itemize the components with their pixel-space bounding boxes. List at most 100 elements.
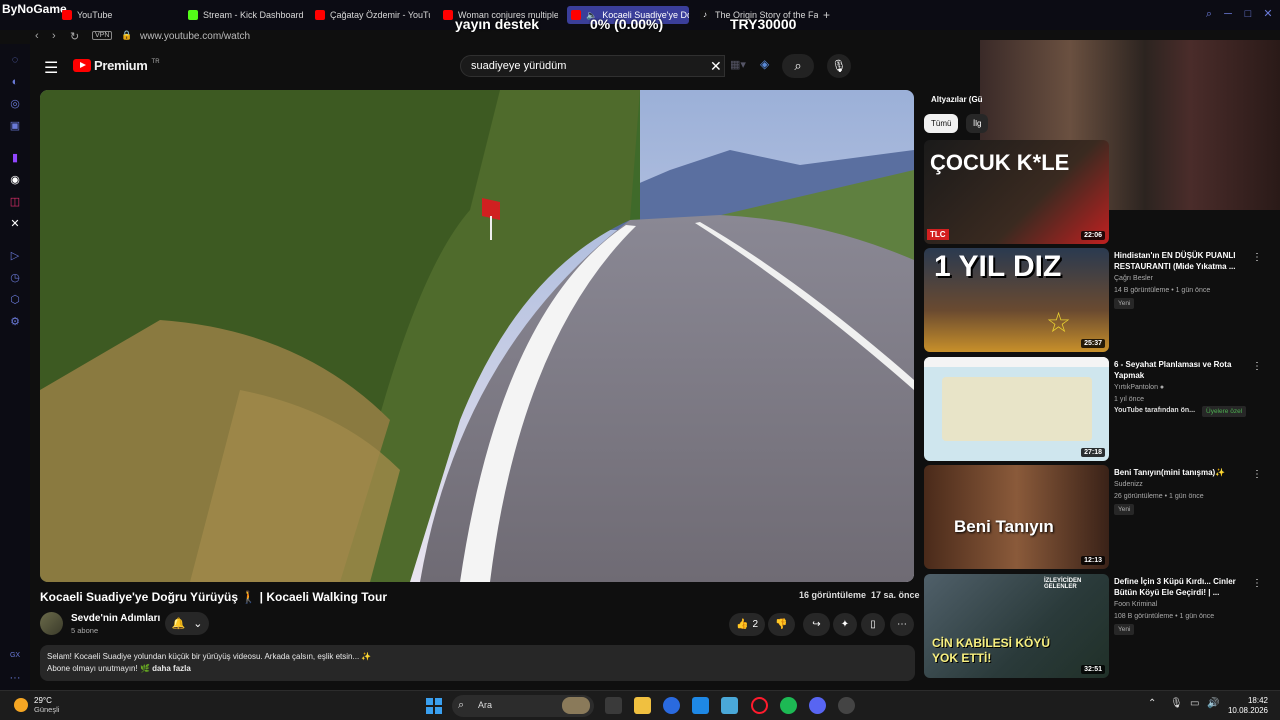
weather-widget[interactable]: 29°C Güneşli — [14, 696, 59, 714]
new-tab-button[interactable]: + — [823, 6, 835, 24]
description-text: Abone olmayı unutmayın! 🌿 — [47, 664, 150, 673]
dislike-button[interactable]: 👎 — [768, 613, 795, 636]
channel-avatar[interactable] — [40, 612, 63, 635]
close-icon[interactable]: ✕ — [1262, 8, 1274, 20]
youtube-logo[interactable]: Premium TR — [73, 58, 160, 73]
more-actions-button[interactable]: ⋯ — [890, 613, 914, 636]
more-icon: ⋯ — [897, 619, 907, 630]
recommendation-item[interactable]: Beni Tanıyın 12:13 Beni Tanıyın(mini tan… — [924, 465, 1280, 569]
rec-channel[interactable]: Sudenizz — [1114, 481, 1143, 488]
recommendation-item[interactable]: 27:18 6 - Seyahat Planlaması ve Rota Yap… — [924, 357, 1280, 461]
rec-meta: 1 yıl önce — [1114, 396, 1144, 403]
microphone-icon[interactable]: 🎙 — [1170, 698, 1183, 709]
tab-kick-dashboard[interactable]: Stream - Kick Dashboard — [188, 6, 303, 24]
recommendation-item[interactable]: ÇOCUK K*LE TLC 22:06 — [924, 140, 1280, 244]
spotify-icon[interactable] — [780, 697, 797, 714]
url-text[interactable]: www.youtube.com/watch — [140, 31, 250, 42]
system-clock[interactable]: 18:42 10.08.2026 — [1220, 696, 1268, 716]
more-vert-icon[interactable]: ⋮ — [1252, 469, 1262, 480]
twitch-icon[interactable]: ▮ — [9, 152, 21, 164]
minimize-icon[interactable]: ─ — [1222, 8, 1234, 20]
extension-icon[interactable]: ◈ — [760, 57, 769, 71]
discord-icon[interactable] — [809, 697, 826, 714]
share-button[interactable]: ↪ — [803, 613, 830, 636]
ask-button[interactable]: ✦ — [833, 613, 857, 636]
file-explorer-icon[interactable] — [634, 697, 651, 714]
reload-icon[interactable]: ↻ — [70, 30, 79, 43]
chip-related[interactable]: İlg — [966, 114, 989, 133]
instagram-icon[interactable]: ◫ — [9, 196, 21, 208]
back-icon[interactable]: ‹ — [35, 30, 39, 42]
chevron-up-icon[interactable]: ⌃ — [1148, 698, 1156, 709]
tab-cagatay-ozdemir[interactable]: Çağatay Özdemir - YouTub — [315, 6, 430, 24]
video-description[interactable]: Selam! Kocaeli Suadiye yolundan küçük bi… — [40, 645, 915, 681]
voice-search-button[interactable]: 🎙 — [827, 54, 851, 78]
video-thumbnail[interactable]: 27:18 — [924, 357, 1109, 461]
chip-all[interactable]: Tümü — [924, 114, 959, 133]
translate-extension-icon[interactable]: ▦▾ — [730, 58, 746, 71]
video-thumbnail[interactable]: Beni Tanıyın 12:13 — [924, 465, 1109, 569]
history-icon[interactable]: ◷ — [9, 272, 21, 284]
video-player[interactable] — [40, 90, 914, 582]
outlook-icon[interactable] — [692, 697, 709, 714]
save-button[interactable]: ▯ — [861, 613, 885, 636]
tab-youtube[interactable]: YouTube — [62, 6, 172, 24]
recommendation-item[interactable]: 1 YIL DIZ ☆ 25:37 Hindistan'ın EN DÜŞÜK … — [924, 248, 1280, 352]
network-icon[interactable]: ▭ — [1190, 698, 1199, 709]
thumbnail-text: 1 YIL DIZ — [934, 250, 1062, 283]
extensions-icon[interactable]: ⬡ — [9, 294, 21, 306]
maximize-icon[interactable]: □ — [1242, 8, 1254, 20]
workspace-icon[interactable]: ◐ — [9, 76, 21, 88]
rec-title[interactable]: Define İçin 3 Küpü Kırdı... Cinler Bütün… — [1114, 576, 1244, 598]
rec-channel[interactable]: YırtıkPantolon ● — [1114, 384, 1164, 391]
clear-search-icon[interactable]: ✕ — [710, 58, 722, 75]
search-input[interactable]: suadiyeye yürüdüm — [460, 55, 725, 77]
windows-start-icon[interactable] — [426, 698, 442, 714]
like-button[interactable]: 👍 2 — [729, 613, 765, 636]
forward-icon[interactable]: › — [52, 30, 56, 42]
more-icon[interactable]: ··· — [9, 672, 21, 684]
channel-name[interactable]: Sevde'nin Adımları — [71, 613, 160, 624]
discord-icon[interactable]: ◉ — [9, 174, 21, 186]
video-thumbnail[interactable]: 1 YIL DIZ ☆ 25:37 — [924, 248, 1109, 352]
aria-icon[interactable]: ◌ — [9, 54, 21, 66]
video-frame — [40, 90, 914, 582]
gx-icon[interactable]: GX — [9, 650, 21, 662]
more-vert-icon[interactable]: ⋮ — [1252, 361, 1262, 372]
more-vert-icon[interactable]: ⋮ — [1252, 578, 1262, 589]
player-icon[interactable]: ▷ — [9, 250, 21, 262]
settings-icon[interactable]: ⚙ — [9, 316, 21, 328]
app-icon[interactable] — [721, 697, 738, 714]
rec-channel[interactable]: Çağrı Besler — [1114, 275, 1153, 282]
messenger-icon[interactable]: ◎ — [9, 98, 21, 110]
subscription-bell-button[interactable]: 🔔 ⌄ — [165, 612, 209, 635]
youtube-favicon-icon — [315, 10, 325, 20]
video-thumbnail[interactable]: İZLEYİCİDEN GELENLER CİN KABİLESİ KÖYÜ Y… — [924, 574, 1109, 678]
video-thumbnail[interactable]: ÇOCUK K*LE TLC 22:06 — [924, 140, 1109, 244]
rec-title[interactable]: 6 - Seyahat Planlaması ve Rota Yapmak — [1114, 359, 1244, 381]
vpn-badge[interactable]: VPN — [92, 31, 113, 40]
thumbnail-text: ÇOCUK K*LE — [930, 150, 1070, 175]
youtube-header: ☰ Premium TR suadiyeye yürüdüm ✕ ▦▾ ◈ ⌕ … — [30, 44, 980, 88]
menu-icon[interactable]: ☰ — [44, 58, 58, 78]
app-icon[interactable] — [838, 697, 855, 714]
search-highlight-icon[interactable] — [562, 697, 590, 714]
search-icon[interactable]: ⌕ — [1203, 8, 1215, 20]
opera-gx-icon[interactable] — [751, 697, 768, 714]
tiles-icon[interactable]: ▣ — [9, 120, 21, 132]
lock-icon: 🔒 — [121, 30, 133, 40]
tab-label: Çağatay Özdemir - YouTub — [330, 10, 430, 20]
rec-channel[interactable]: Foon Kriminal — [1114, 601, 1157, 608]
rec-title[interactable]: Beni Tanıyın(mini tanışma)✨ — [1114, 467, 1244, 478]
app-icon[interactable] — [663, 697, 680, 714]
sun-icon — [14, 698, 28, 712]
task-view-icon[interactable] — [605, 697, 622, 714]
volume-icon[interactable]: 🔊 — [1207, 698, 1219, 709]
recommendation-item[interactable]: İZLEYİCİDEN GELENLER CİN KABİLESİ KÖYÜ Y… — [924, 574, 1280, 678]
show-more-link[interactable]: daha fazla — [152, 664, 191, 673]
captions-label: Altyazılar (Gü — [931, 95, 983, 104]
more-vert-icon[interactable]: ⋮ — [1252, 252, 1262, 263]
rec-title[interactable]: Hindistan'ın EN DÜŞÜK PUANLI RESTAURANTI… — [1114, 250, 1244, 272]
x-icon[interactable]: ✕ — [9, 218, 21, 230]
search-button[interactable]: ⌕ — [782, 54, 814, 78]
